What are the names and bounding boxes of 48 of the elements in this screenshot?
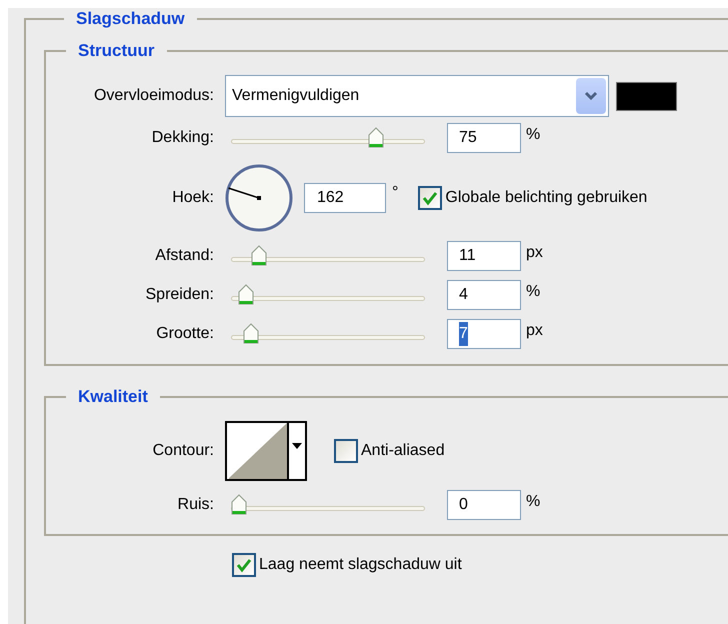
unit-label: px	[526, 243, 543, 263]
angle-dial[interactable]	[225, 164, 293, 232]
field-label: Spreiden:	[144, 285, 214, 305]
unit-label: %	[526, 125, 540, 145]
contour-curve-icon	[227, 423, 287, 479]
value-field[interactable]: 11	[447, 241, 521, 271]
field-label: Dekking:	[150, 128, 214, 148]
group-title: Structuur	[77, 40, 156, 62]
value-field[interactable]: 75	[447, 123, 521, 153]
slider-track[interactable]	[231, 127, 425, 149]
checkbox[interactable]	[334, 439, 358, 463]
color-swatch[interactable]	[616, 82, 677, 110]
slider-thumb[interactable]	[250, 245, 267, 267]
unit-label: °	[392, 183, 398, 203]
slider-track[interactable]	[231, 494, 425, 516]
field-label: Hoek:	[171, 188, 214, 208]
slider-thumb[interactable]	[243, 323, 260, 345]
field-label: Overvloeimodus:	[92, 86, 214, 106]
slider-track[interactable]	[231, 284, 425, 306]
checkbox-label: Anti-aliased	[361, 441, 445, 461]
unit-label: %	[526, 492, 540, 512]
checkbox[interactable]	[418, 186, 442, 210]
field-label: Ruis:	[176, 495, 214, 515]
blend-mode-dropdown[interactable]: Vermenigvuldigen	[225, 75, 609, 117]
unit-label: px	[526, 321, 543, 341]
checkbox-label: Laag neemt slagschaduw uit	[259, 555, 462, 575]
check-icon	[236, 557, 252, 573]
slider-thumb[interactable]	[231, 494, 247, 516]
angle-field[interactable]: 162	[304, 183, 386, 213]
group-title: Kwaliteit	[77, 386, 149, 408]
field-label: Contour:	[152, 441, 214, 461]
contour-picker[interactable]	[225, 421, 307, 481]
section-title: Slagschaduw	[75, 8, 186, 30]
value-field[interactable]: 0	[447, 490, 521, 520]
chevron-down-icon	[576, 78, 606, 114]
checkbox-label: Globale belichting gebruiken	[445, 188, 648, 208]
slider-track[interactable]	[231, 323, 425, 345]
slider-thumb[interactable]	[238, 284, 254, 306]
value-field[interactable]: 7	[447, 319, 521, 349]
field-label: Afstand:	[154, 246, 214, 266]
value-field[interactable]: 4	[447, 280, 521, 310]
checkbox[interactable]	[232, 553, 256, 577]
slider-thumb[interactable]	[368, 127, 384, 149]
caret-icon	[292, 443, 302, 449]
unit-label: %	[526, 282, 540, 302]
check-icon	[422, 190, 438, 206]
slider-track[interactable]	[231, 245, 425, 267]
field-label: Grootte:	[155, 324, 214, 344]
